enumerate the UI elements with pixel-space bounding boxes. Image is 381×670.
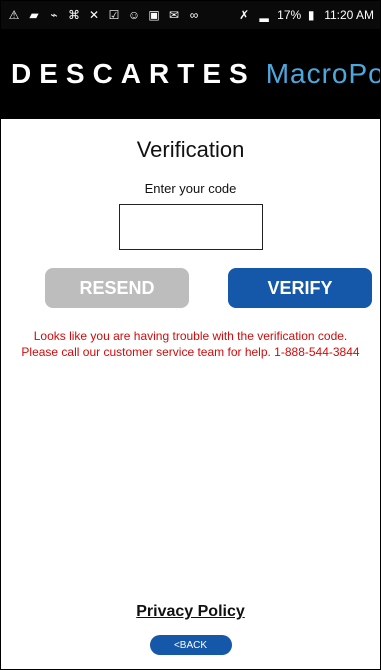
privacy-policy-link[interactable]: Privacy Policy xyxy=(1,603,380,621)
back-button[interactable]: <BACK xyxy=(149,635,232,655)
voicemail-icon: ∞ xyxy=(189,8,199,22)
chat-icon: ▰ xyxy=(29,8,39,22)
signal-icon: ▂ xyxy=(259,8,269,22)
code-label: Enter your code xyxy=(144,181,237,196)
wifi-icon: ⌁ xyxy=(50,8,58,22)
status-right: ✗ ▂ 17% ▮ 11:20 AM xyxy=(237,8,374,22)
warning-icon: ⚠ xyxy=(8,8,20,22)
time: 11:20 AM xyxy=(324,8,374,22)
battery-indicator: 17% ▮ xyxy=(277,8,318,22)
brand-descartes: DESCARTES xyxy=(11,58,256,89)
app-screen: ⚠ ▰ ⌁ ⌘ ✕ ☑ ☺ ▣ ✉ ∞ ✗ ▂ 17% ▮ 11:20 AM D… xyxy=(0,0,381,670)
battery-icon: ▮ xyxy=(307,8,315,22)
error-message: Looks like you are having trouble with t… xyxy=(1,328,380,360)
mute-icon: ✗ xyxy=(239,8,250,22)
resend-button[interactable]: RESEND xyxy=(45,268,189,308)
brand-macropoint: MacroPoint xyxy=(265,58,380,89)
code-input[interactable] xyxy=(118,204,263,250)
status-left-icons: ⚠ ▰ ⌁ ⌘ ✕ ☑ ☺ ▣ ✉ ∞ xyxy=(7,8,201,22)
hotspot-icon: ⌘ xyxy=(68,8,80,22)
image-icon: ▣ xyxy=(148,8,160,22)
tools-icon: ✕ xyxy=(88,8,100,22)
mail-icon: ✉ xyxy=(168,8,180,22)
checklist-icon: ☑ xyxy=(108,8,120,22)
error-line-2: Please call our customer service team fo… xyxy=(21,345,360,359)
emoji-icon: ☺ xyxy=(127,8,141,22)
page-title: Verification xyxy=(136,137,245,162)
battery-percent: 17% xyxy=(277,8,302,22)
verify-button[interactable]: VERIFY xyxy=(228,268,372,308)
status-bar: ⚠ ▰ ⌁ ⌘ ✕ ☑ ☺ ▣ ✉ ∞ ✗ ▂ 17% ▮ 11:20 AM xyxy=(1,1,380,29)
brand-header: DESCARTES MacroPoint xyxy=(1,29,380,119)
action-buttons: RESEND VERIFY xyxy=(1,268,380,308)
error-line-1: Looks like you are having trouble with t… xyxy=(33,329,348,343)
